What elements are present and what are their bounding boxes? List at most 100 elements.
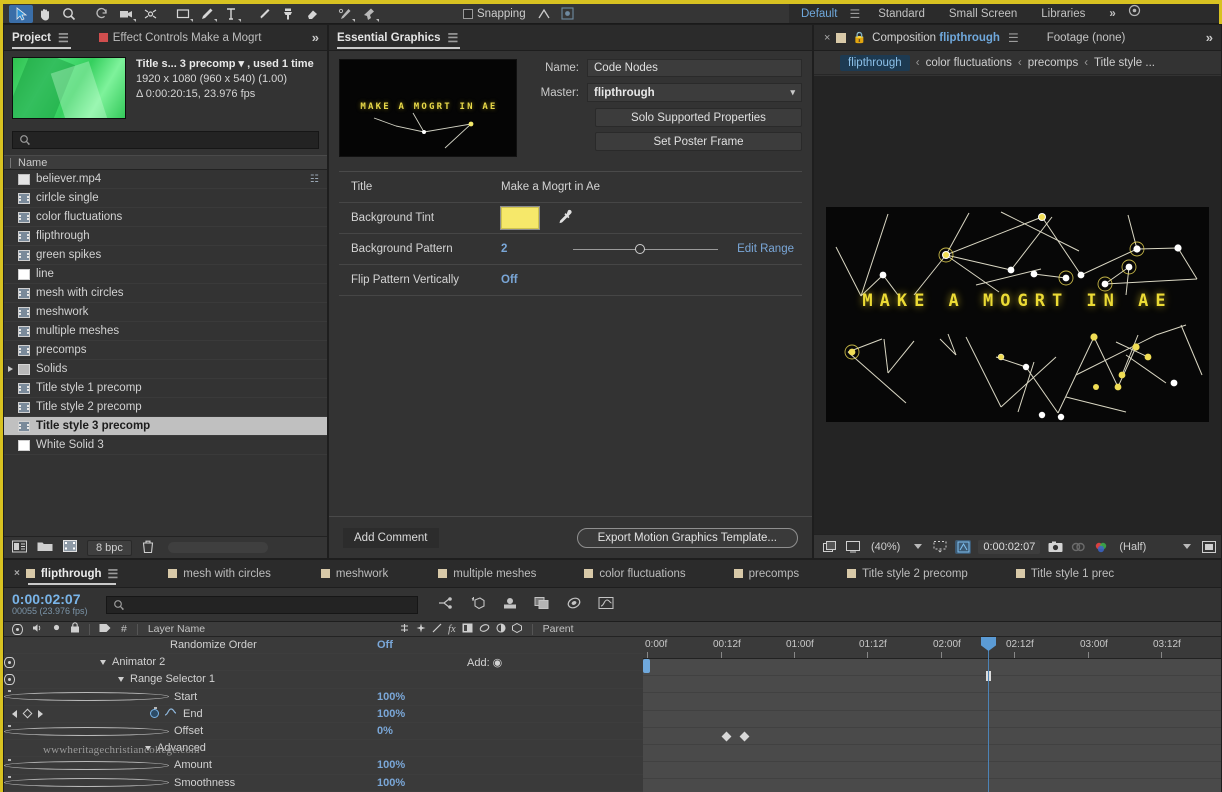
quality-icon[interactable] [432, 623, 442, 636]
timeline-tab-precomps[interactable]: precomps [734, 560, 822, 588]
list-item[interactable]: Title style 1 precomp [4, 379, 327, 398]
bit-depth-button[interactable]: 8 bpc [87, 540, 132, 556]
property-value[interactable]: Off [377, 639, 393, 651]
solo-supported-properties-button[interactable]: Solo Supported Properties [595, 108, 802, 127]
brush-tool[interactable] [252, 5, 276, 23]
timeline-tab-mesh-with-circles[interactable]: mesh with circles [168, 560, 293, 588]
timeline-ruler[interactable]: 0:00f 00:12f 01:00f 01:12f 02:00f 02:12f… [643, 637, 1221, 659]
list-item[interactable]: meshwork [4, 303, 327, 322]
snapping-options-icon[interactable] [532, 5, 556, 23]
puppet-pin-tool[interactable] [357, 5, 381, 23]
eyedropper-icon[interactable] [557, 209, 573, 228]
hide-shy-layers-icon[interactable] [502, 596, 518, 613]
zoom-level-dropdown[interactable]: (40%) [868, 541, 925, 553]
new-composition-icon[interactable] [63, 540, 77, 555]
layer-name-header[interactable]: Layer Name [148, 623, 205, 635]
frame-blend-icon[interactable] [462, 623, 473, 636]
layer-number-header[interactable]: # [121, 623, 127, 635]
graph-editor-toggle-icon[interactable] [164, 707, 177, 720]
eye-icon[interactable] [4, 657, 15, 668]
property-row-flip-pattern[interactable]: Flip Pattern Vertically Off [339, 265, 802, 296]
snapping-toggle[interactable]: Snapping [463, 8, 526, 20]
adjustment-layer-icon[interactable] [496, 623, 506, 636]
timeline-search-input[interactable] [106, 596, 418, 614]
tab-effect-controls[interactable]: Effect Controls Make a Mogrt [99, 25, 270, 51]
selection-tool[interactable] [9, 5, 33, 23]
collapse-transformations-icon[interactable] [416, 623, 426, 636]
composition-panel-menu-icon[interactable]: ☰ [1008, 31, 1019, 45]
timeline-panel-menu-icon[interactable]: ☰ [108, 567, 119, 581]
composition-tabs-overflow-icon[interactable]: » [1198, 30, 1221, 45]
breadcrumb-item-precomps[interactable]: precomps [1028, 57, 1079, 69]
transparency-grid-icon[interactable] [955, 540, 971, 554]
show-composition-icon[interactable] [1201, 540, 1217, 554]
speaker-icon[interactable] [32, 623, 43, 636]
zoom-tool[interactable] [57, 5, 81, 23]
workspace-menu-icon[interactable]: ☰ [849, 7, 866, 21]
timeline-playhead[interactable] [988, 637, 989, 792]
edit-range-link[interactable]: Edit Range [737, 243, 794, 255]
breadcrumb-item-title-style[interactable]: Title style ... [1094, 57, 1155, 69]
shy-icon[interactable] [399, 623, 410, 636]
list-item[interactable]: green spikes [4, 246, 327, 265]
timeline-tab-title-style-1[interactable]: Title style 1 prec [1016, 560, 1136, 588]
keyframe-marker[interactable] [722, 731, 732, 741]
timeline-tab-flipthrough[interactable]: × flipthrough ☰ [14, 560, 140, 588]
composition-stage[interactable]: MAKE A MOGRT IN AE [826, 207, 1209, 422]
tab-essential-graphics[interactable]: Essential Graphics ☰ [337, 25, 466, 51]
workspace-small-screen[interactable]: Small Screen [937, 4, 1029, 24]
property-value[interactable]: 100% [377, 691, 405, 703]
property-row-background-tint[interactable]: Background Tint [339, 203, 802, 234]
workspace-overflow-icon[interactable]: » [1097, 4, 1127, 24]
eye-icon[interactable] [4, 674, 15, 685]
list-item[interactable]: line [4, 265, 327, 284]
property-value[interactable]: 100% [377, 777, 405, 789]
workspace-default[interactable]: Default [789, 4, 849, 24]
timeline-graph-rows[interactable] [643, 659, 1221, 792]
composition-tab-label[interactable]: Composition flipthrough [872, 32, 1000, 44]
master-dropdown[interactable]: flipthrough ▾ [587, 83, 802, 102]
tab-footage[interactable]: Footage (none) [1047, 32, 1126, 44]
adobe-color-icon[interactable] [556, 5, 580, 23]
keyframe-marker[interactable] [740, 731, 750, 741]
twirl-down-icon[interactable] [118, 677, 124, 682]
project-search-input[interactable] [12, 131, 319, 149]
project-panel-menu-icon[interactable]: ☰ [58, 31, 69, 45]
timeline-current-time[interactable]: 0:00:02:07 [12, 592, 88, 606]
color-swatch[interactable] [501, 207, 539, 229]
draft-3d-icon[interactable] [470, 596, 486, 613]
solo-icon[interactable] [52, 623, 61, 635]
list-item[interactable]: flipthrough [4, 227, 327, 246]
property-value[interactable]: Make a Mogrt in Ae [501, 181, 600, 193]
motion-blur-icon[interactable] [566, 596, 582, 613]
stopwatch-icon[interactable] [150, 709, 159, 718]
essential-graphics-menu-icon[interactable]: ☰ [448, 31, 459, 45]
folder-expand-icon[interactable] [8, 366, 13, 372]
stopwatch-icon[interactable] [4, 778, 169, 787]
composition-viewer[interactable]: MAKE A MOGRT IN AE [814, 76, 1221, 553]
lock-icon[interactable]: 🔒 [852, 31, 866, 44]
timeline-tab-meshwork[interactable]: meshwork [321, 560, 410, 588]
property-row-title[interactable]: Title Make a Mogrt in Ae [339, 172, 802, 203]
stopwatch-icon[interactable] [4, 692, 169, 701]
list-item[interactable]: believer.mp4☷ [4, 170, 327, 189]
property-value[interactable]: 100% [377, 708, 405, 720]
timeline-graph-area[interactable]: 0:00f 00:12f 01:00f 01:12f 02:00f 02:12f… [643, 637, 1221, 792]
property-value[interactable]: 0% [377, 725, 393, 737]
list-item[interactable]: Title style 2 precomp [4, 398, 327, 417]
stopwatch-icon[interactable] [4, 761, 169, 770]
set-poster-frame-button[interactable]: Set Poster Frame [595, 132, 802, 151]
previous-keyframe-icon[interactable] [12, 710, 17, 718]
pen-tool[interactable] [195, 5, 219, 23]
monitor-icon[interactable] [845, 540, 861, 554]
list-item[interactable]: color fluctuations [4, 208, 327, 227]
delete-icon[interactable] [142, 540, 154, 556]
parent-header[interactable]: Parent [543, 623, 574, 635]
property-value[interactable]: 100% [377, 759, 405, 771]
list-item[interactable]: multiple meshes [4, 322, 327, 341]
new-folder-icon[interactable] [37, 540, 53, 555]
export-mogrt-button[interactable]: Export Motion Graphics Template... [577, 528, 798, 548]
rotation-tool[interactable] [90, 5, 114, 23]
camera-tool[interactable] [114, 5, 138, 23]
lock-icon[interactable] [70, 622, 80, 636]
